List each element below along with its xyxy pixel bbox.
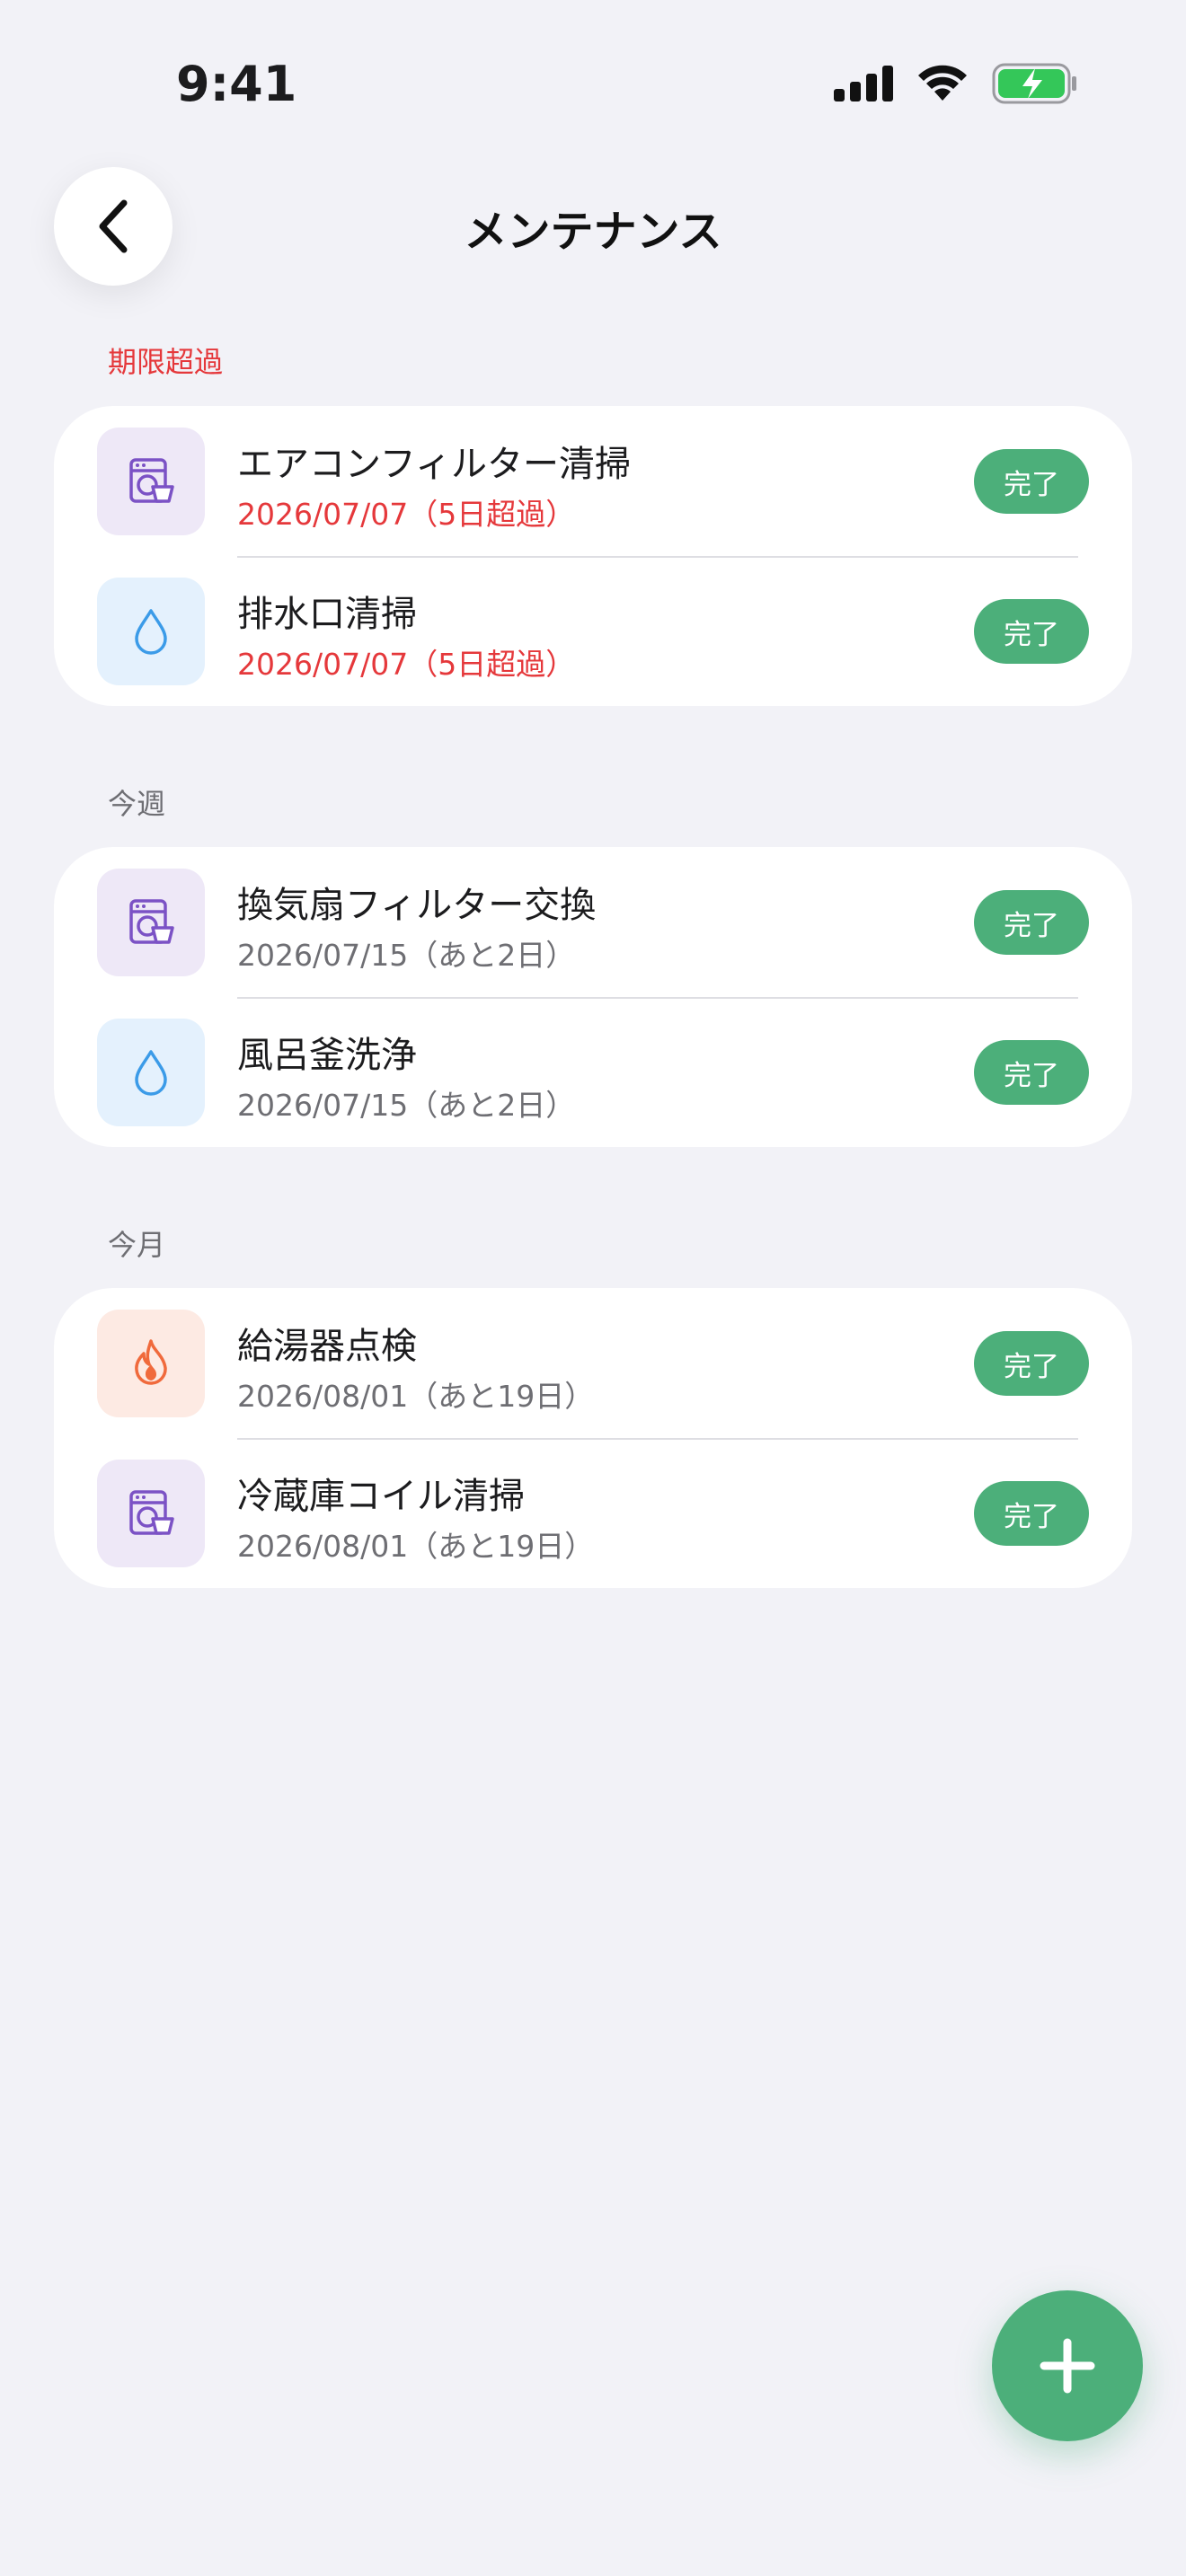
item-title: 給湯器点検 <box>237 1326 417 1367</box>
screen: 9:41 メンテナンス 期限超過 エアコンフィルター清掃 2026/07/07（… <box>0 0 1186 2576</box>
list-item[interactable]: 冷蔵庫コイル清掃 2026/08/01（あと19日） 完了 <box>54 1438 1132 1588</box>
item-due-date: 2026/08/01（あと19日） <box>237 1379 595 1414</box>
done-button[interactable]: 完了 <box>974 599 1089 664</box>
status-time: 9:41 <box>176 56 297 112</box>
add-task-button[interactable] <box>992 2290 1143 2441</box>
list-item[interactable]: エアコンフィルター清掃 2026/07/07（5日超過） 完了 <box>54 406 1132 556</box>
done-button[interactable]: 完了 <box>974 1481 1089 1546</box>
this-week-card: 換気扇フィルター交換 2026/07/15（あと2日） 完了 風呂釜洗浄 202… <box>54 847 1132 1147</box>
section-label-this-week: 今週 <box>108 787 166 821</box>
overdue-card: エアコンフィルター清掃 2026/07/07（5日超過） 完了 排水口清掃 20… <box>54 406 1132 706</box>
water-drop-icon <box>135 609 167 655</box>
page-title: メンテナンス <box>464 207 722 257</box>
list-item[interactable]: 風呂釜洗浄 2026/07/15（あと2日） 完了 <box>54 997 1132 1147</box>
water-drop-icon <box>135 1050 167 1096</box>
done-button[interactable]: 完了 <box>974 890 1089 955</box>
cellular-signal-icon <box>834 66 893 101</box>
item-due-date: 2026/07/15（あと2日） <box>237 1088 576 1123</box>
item-icon <box>97 869 205 976</box>
item-title: 冷蔵庫コイル清掃 <box>237 1476 525 1517</box>
status-icons <box>834 63 1078 104</box>
wifi-icon <box>918 65 967 101</box>
item-due-date: 2026/07/07（5日超過） <box>237 647 576 682</box>
item-icon <box>97 1019 205 1126</box>
item-title: エアコンフィルター清掃 <box>237 444 631 485</box>
this-month-card: 給湯器点検 2026/08/01（あと19日） 完了 冷蔵庫コイル清掃 2026… <box>54 1288 1132 1588</box>
item-icon <box>97 1460 205 1567</box>
item-title: 換気扇フィルター交換 <box>237 885 597 926</box>
status-bar: 9:41 <box>0 0 1186 153</box>
section-label-overdue: 期限超過 <box>108 345 224 379</box>
done-button[interactable]: 完了 <box>974 1040 1089 1105</box>
washing-machine-icon <box>129 1490 174 1535</box>
battery-charging-icon <box>992 63 1076 104</box>
item-due-date: 2026/07/15（あと2日） <box>237 938 576 973</box>
item-title: 風呂釜洗浄 <box>237 1035 417 1076</box>
plus-icon <box>1040 2338 1095 2394</box>
done-button[interactable]: 完了 <box>974 1331 1089 1396</box>
flame-icon <box>135 1339 167 1385</box>
item-title: 排水口清掃 <box>237 594 417 635</box>
item-icon <box>97 428 205 535</box>
item-icon <box>97 1310 205 1417</box>
list-item[interactable]: 換気扇フィルター交換 2026/07/15（あと2日） 完了 <box>54 847 1132 997</box>
section-label-this-month: 今月 <box>108 1228 166 1262</box>
item-due-date: 2026/08/01（あと19日） <box>237 1529 595 1564</box>
washing-machine-icon <box>129 899 174 944</box>
list-item[interactable]: 給湯器点検 2026/08/01（あと19日） 完了 <box>54 1288 1132 1438</box>
list-item[interactable]: 排水口清掃 2026/07/07（5日超過） 完了 <box>54 556 1132 706</box>
washing-machine-icon <box>129 458 174 503</box>
item-icon <box>97 578 205 685</box>
item-due-date: 2026/07/07（5日超過） <box>237 497 576 532</box>
done-button[interactable]: 完了 <box>974 449 1089 514</box>
